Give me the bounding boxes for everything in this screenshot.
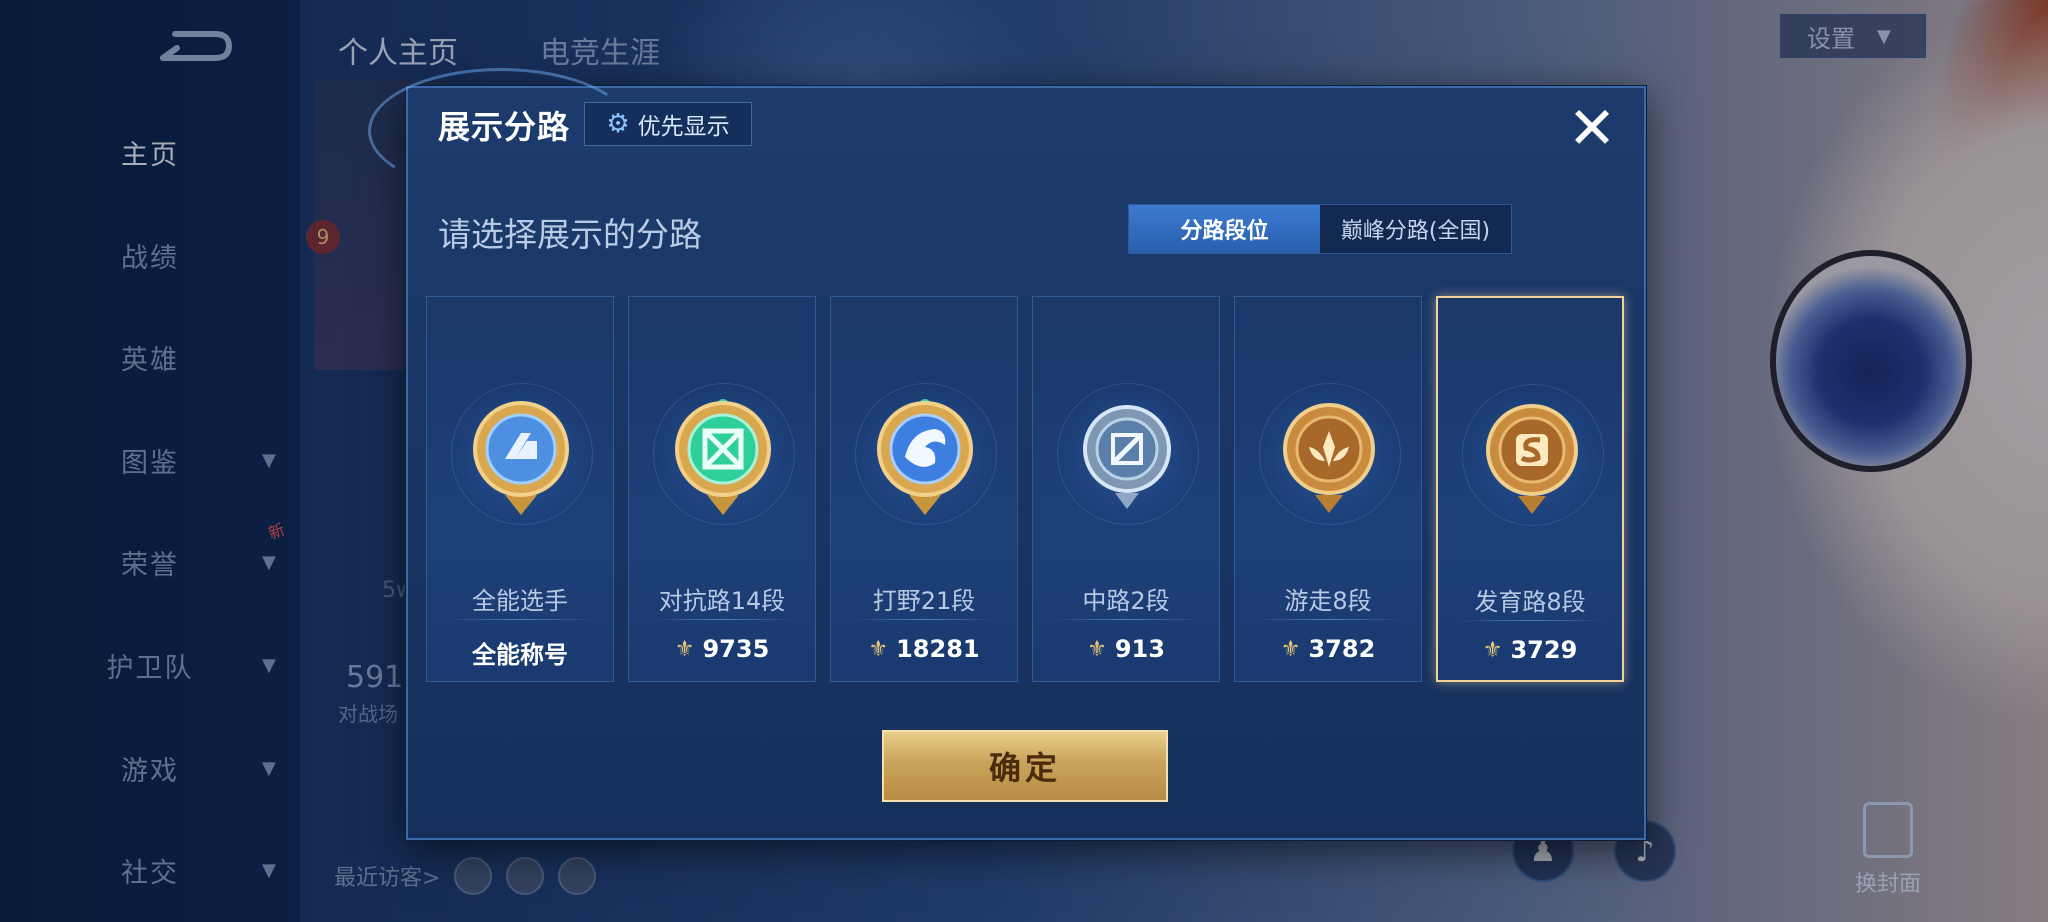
priority-display-label: 优先显示: [637, 114, 730, 140]
divider: [1458, 620, 1606, 621]
lane-value: ⚜ 913: [1033, 635, 1219, 663]
lane-card-mid[interactable]: 中路2段 ⚜ 913: [1032, 296, 1220, 682]
mode-toggle: 分路段位 巅峰分路(全国): [1128, 204, 1512, 254]
lane-label: 打野21段: [872, 587, 976, 615]
close-icon: ✕: [1567, 94, 1617, 162]
lane-value: 全能称号: [427, 635, 613, 670]
lane-card-all-round[interactable]: 全能选手 全能称号: [426, 296, 614, 682]
lane-value-text: 9735: [702, 635, 770, 663]
divider: [1255, 619, 1403, 620]
confirm-button[interactable]: 确定: [882, 730, 1168, 802]
peak-points-icon: ⚜: [868, 636, 889, 662]
lane-value-text: 913: [1114, 635, 1165, 663]
clash-lane-emblem-icon: [675, 399, 771, 515]
lane-card-list: 全能选手 全能称号 对抗路14段 ⚜ 9735 打野21段 ⚜ 18281 中路…: [426, 296, 1626, 684]
peak-points-icon: ⚜: [1087, 636, 1107, 662]
lane-label: 全能选手: [472, 587, 568, 615]
lane-label: 游走8段: [1284, 587, 1372, 615]
all-round-emblem-icon: [473, 401, 569, 515]
lane-value-text: 3729: [1510, 636, 1578, 664]
lane-card-jungle[interactable]: 打野21段 ⚜ 18281: [830, 296, 1018, 682]
peak-points-icon: ⚜: [1482, 637, 1503, 663]
divider: [851, 619, 999, 620]
lane-value: ⚜ 3782: [1235, 635, 1421, 663]
lane-label: 对抗路14段: [658, 587, 786, 615]
gear-icon: ⚙: [606, 109, 630, 139]
jungle-emblem-icon: [877, 399, 973, 515]
lane-label: 中路2段: [1082, 587, 1170, 615]
lane-value-text: 全能称号: [472, 641, 568, 669]
peak-points-icon: ⚜: [1280, 636, 1301, 662]
lane-value-text: 18281: [896, 635, 980, 663]
peak-points-icon: ⚜: [674, 636, 695, 662]
dialog-title: 展示分路: [438, 108, 571, 146]
close-button[interactable]: ✕: [1564, 94, 1620, 162]
mid-lane-emblem-icon: [1083, 405, 1171, 509]
dialog-subtitle: 请选择展示的分路: [438, 215, 702, 254]
lane-value: ⚜ 9735: [629, 635, 815, 663]
lane-display-dialog: 展示分路 ⚙ 优先显示 ✕ 请选择展示的分路 分路段位 巅峰分路(全国) 全能选…: [368, 68, 1646, 840]
lane-card-farm[interactable]: 发育路8段 ⚜ 3729: [1436, 296, 1624, 682]
priority-display-button[interactable]: ⚙ 优先显示: [584, 102, 752, 146]
divider: [1053, 619, 1201, 620]
tab-peak-lane-national[interactable]: 巅峰分路(全国): [1320, 205, 1511, 253]
farm-lane-emblem-icon: [1486, 404, 1578, 514]
lane-value-text: 3782: [1308, 635, 1376, 663]
lane-value: ⚜ 3729: [1438, 636, 1622, 664]
lane-card-clash[interactable]: 对抗路14段 ⚜ 9735: [628, 296, 816, 682]
divider: [649, 619, 797, 620]
lane-label: 发育路8段: [1474, 588, 1586, 616]
divider: [447, 619, 595, 620]
lane-card-roam[interactable]: 游走8段 ⚜ 3782: [1234, 296, 1422, 682]
tab-lane-rank[interactable]: 分路段位: [1129, 205, 1320, 253]
roam-emblem-icon: [1283, 403, 1375, 513]
lane-value: ⚜ 18281: [831, 635, 1017, 663]
